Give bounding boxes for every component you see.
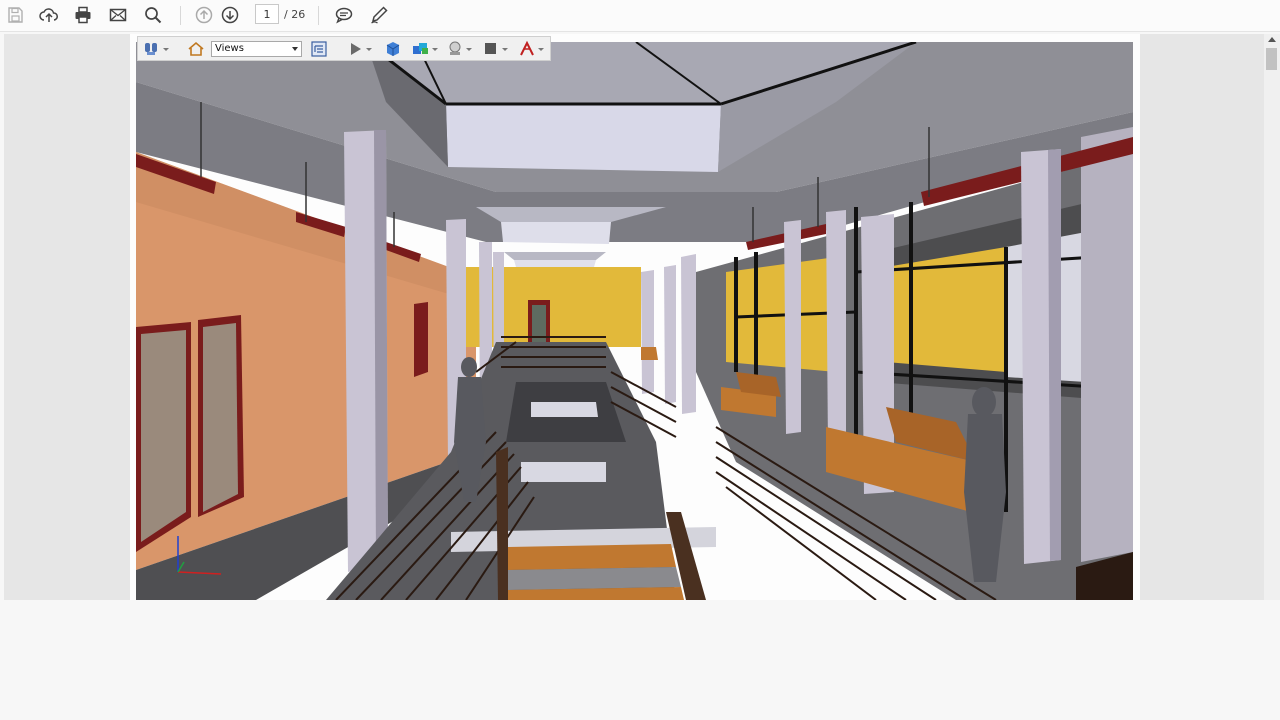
save-button[interactable] — [2, 3, 28, 27]
play-animation-button[interactable] — [346, 40, 372, 58]
home-view-button[interactable] — [187, 40, 205, 58]
email-button[interactable] — [105, 3, 131, 27]
measure-tool-button[interactable] — [518, 40, 544, 58]
cross-section-button[interactable] — [482, 40, 508, 58]
lighting-button[interactable] — [412, 40, 438, 58]
measure-tool-icon — [520, 40, 534, 56]
toolbar-divider — [180, 6, 181, 25]
comment-button[interactable] — [331, 3, 357, 27]
fill-sign-button[interactable] — [366, 3, 392, 27]
lighting-icon — [413, 43, 428, 54]
dropdown-arrow-icon — [466, 47, 472, 51]
toolbar-divider — [318, 6, 319, 25]
previous-page-icon — [195, 6, 213, 24]
next-page-icon — [221, 6, 239, 24]
model-tree-button[interactable] — [310, 40, 328, 58]
document-bottom-area — [0, 600, 1280, 720]
dropdown-arrow-icon — [432, 47, 438, 51]
3d-model-viewport[interactable] — [136, 42, 1133, 600]
dropdown-arrow-icon — [366, 47, 372, 51]
previous-page-button[interactable] — [191, 3, 217, 27]
dropdown-arrow-icon — [502, 47, 508, 51]
cross-section-icon — [485, 43, 496, 54]
pen-icon — [371, 6, 388, 24]
background-color-icon — [449, 41, 461, 55]
upload-button[interactable] — [36, 3, 62, 27]
chevron-down-icon — [292, 47, 298, 51]
navigation-tools-icon — [145, 43, 157, 55]
upload-icon — [39, 8, 58, 22]
render-mode-button[interactable] — [384, 40, 402, 58]
views-dropdown-label: Views — [215, 43, 244, 54]
top-toolbar: / 26 — [0, 0, 1280, 32]
dropdown-arrow-icon — [163, 47, 169, 51]
comment-icon — [335, 7, 353, 24]
search-button[interactable] — [140, 3, 166, 27]
navigation-tools-button[interactable] — [143, 40, 169, 58]
save-icon — [8, 7, 23, 23]
dropdown-arrow-icon — [538, 47, 544, 51]
page-number-input[interactable] — [255, 4, 279, 24]
scrollbar-thumb[interactable] — [1266, 48, 1277, 70]
home-view-icon — [188, 41, 204, 56]
print-button[interactable] — [70, 3, 96, 27]
scroll-up-arrow-icon[interactable] — [1268, 37, 1276, 42]
3d-toolbar: Views — [137, 36, 551, 61]
play-animation-icon — [351, 43, 361, 55]
page-total-label: / 26 — [284, 8, 306, 21]
model-tree-icon — [311, 41, 327, 57]
next-page-button[interactable] — [217, 3, 243, 27]
search-icon — [145, 7, 162, 24]
email-icon — [109, 8, 127, 22]
atrium-3d-scene — [136, 42, 1133, 600]
vertical-scrollbar[interactable] — [1264, 34, 1280, 600]
print-icon — [75, 6, 91, 24]
views-dropdown[interactable]: Views — [211, 41, 302, 57]
background-color-button[interactable] — [446, 40, 472, 58]
render-mode-icon — [386, 42, 400, 56]
